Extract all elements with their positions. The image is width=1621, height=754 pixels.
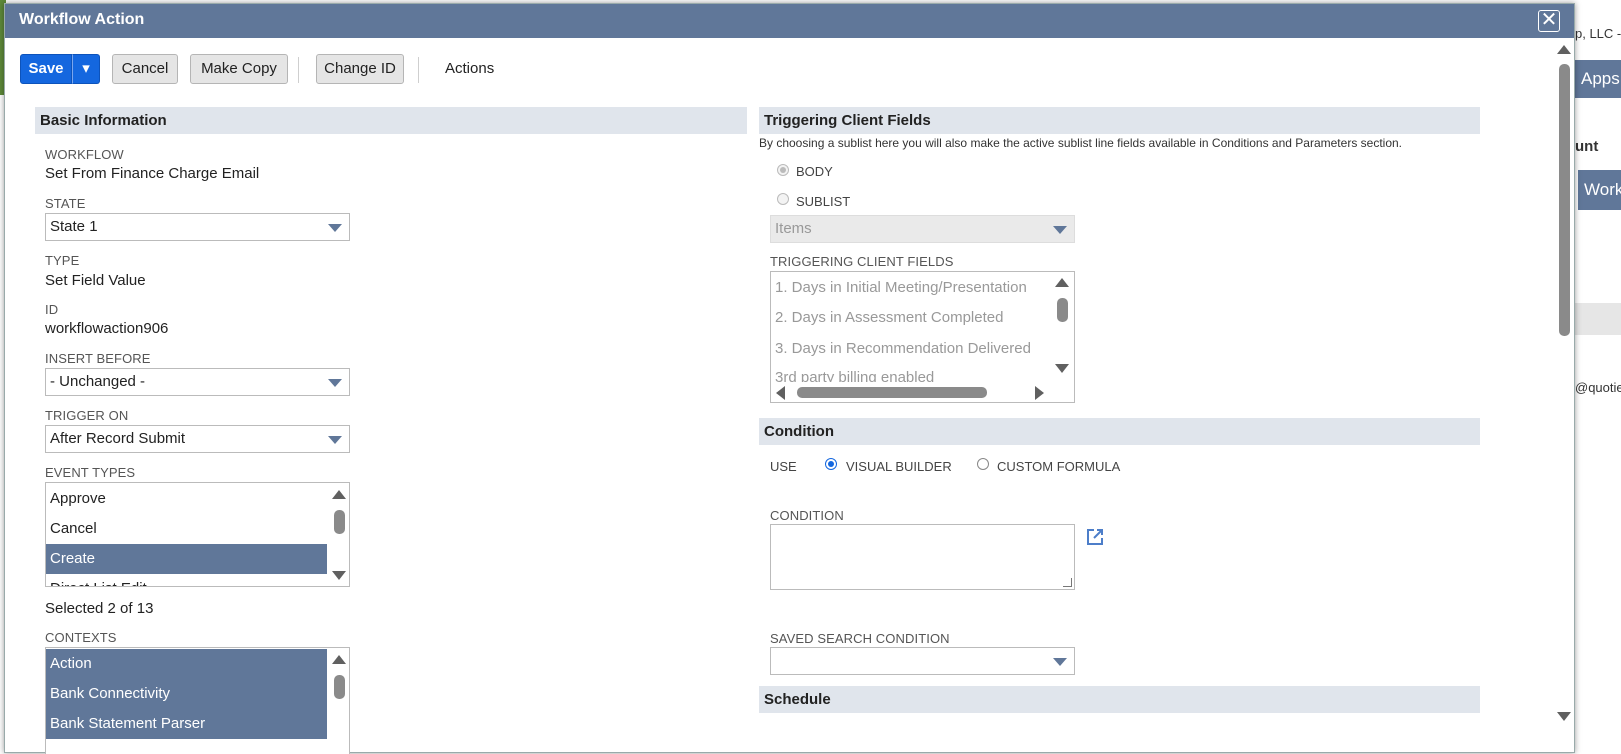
event-types-label: EVENT TYPES — [45, 465, 136, 480]
triggering-client-fields-header[interactable]: Triggering Client Fields — [759, 107, 1480, 134]
toolbar-divider — [418, 57, 419, 83]
id-label: ID — [45, 302, 59, 317]
trigger-on-label: TRIGGER ON — [45, 408, 129, 423]
contexts-listbox[interactable]: Action Bank Connectivity Bank Statement … — [45, 647, 350, 754]
type-label: TYPE — [45, 253, 80, 268]
cancel-button[interactable]: Cancel — [112, 54, 178, 84]
open-external-icon[interactable] — [1086, 528, 1104, 546]
workflow-label: WORKFLOW — [45, 147, 124, 162]
insert-before-select[interactable]: - Unchanged - — [45, 368, 350, 396]
scroll-up-icon[interactable] — [1055, 278, 1069, 287]
condition-header[interactable]: Condition — [759, 418, 1480, 445]
scroll-up-icon[interactable] — [332, 655, 346, 664]
use-label: USE — [770, 459, 797, 474]
condition-textarea[interactable] — [770, 524, 1075, 590]
background-apps-tab[interactable]: Apps — [1575, 60, 1621, 98]
saved-search-select[interactable] — [770, 647, 1075, 675]
sublist-select-value: Items — [775, 220, 812, 237]
state-label: STATE — [45, 196, 86, 211]
actions-menu[interactable]: Actions — [445, 54, 494, 84]
type-value: Set Field Value — [45, 272, 146, 289]
body-radio-label: BODY — [796, 164, 833, 179]
change-id-button[interactable]: Change ID — [316, 54, 404, 84]
background-table-header — [1575, 303, 1621, 335]
contexts-label: CONTEXTS — [45, 630, 117, 645]
visual-builder-label: VISUAL BUILDER — [846, 459, 952, 474]
triggering-fields-label: TRIGGERING CLIENT FIELDS — [770, 254, 954, 269]
resize-grip-icon[interactable] — [1063, 578, 1072, 587]
visual-builder-radio[interactable] — [825, 458, 837, 470]
scroll-up-icon[interactable] — [332, 490, 346, 499]
list-item[interactable]: Approve — [46, 484, 327, 514]
dialog-title: Workflow Action — [19, 11, 145, 28]
custom-formula-label: CUSTOM FORMULA — [997, 459, 1121, 474]
toolbar-divider — [298, 57, 299, 83]
scroll-thumb[interactable] — [1559, 64, 1570, 336]
scroll-down-icon[interactable] — [1557, 712, 1571, 721]
list-item[interactable]: Action — [46, 649, 327, 679]
trigger-on-value: After Record Submit — [50, 430, 186, 447]
event-types-count: Selected 2 of 13 — [45, 600, 154, 617]
list-item[interactable]: Bank Statement Parser — [46, 709, 327, 739]
basic-information-header[interactable]: Basic Information — [35, 107, 747, 134]
background-account-text: unt — [1575, 138, 1599, 155]
sublist-radio-label: SUBLIST — [796, 194, 851, 209]
scroll-thumb[interactable] — [334, 510, 345, 534]
list-item[interactable]: 2. Days in Assessment Completed — [771, 303, 1003, 333]
scroll-left-icon[interactable] — [776, 386, 785, 400]
insert-before-value: - Unchanged - — [50, 373, 146, 390]
chevron-down-icon — [1053, 226, 1067, 234]
custom-formula-radio[interactable] — [977, 458, 989, 470]
scroll-down-icon[interactable] — [332, 571, 346, 580]
triggering-description: By choosing a sublist here you will also… — [759, 136, 1403, 150]
chevron-down-icon: ▾ — [82, 60, 90, 77]
state-select-value: State 1 — [50, 218, 98, 235]
background-company-text: p, LLC - — [1575, 26, 1621, 41]
workflow-value[interactable]: Set From Finance Charge Email — [45, 165, 259, 182]
id-value: workflowaction906 — [45, 320, 169, 337]
list-item[interactable]: 3. Days in Recommendation Delivered — [771, 334, 1031, 364]
make-copy-button[interactable]: Make Copy — [190, 54, 288, 84]
dialog-scrollbar[interactable] — [1556, 42, 1572, 752]
chevron-down-icon — [328, 436, 342, 444]
triggering-fields-vscroll[interactable] — [1051, 272, 1073, 382]
body-radio[interactable] — [777, 164, 789, 176]
chevron-down-icon — [328, 224, 342, 232]
save-button[interactable]: Save — [20, 54, 72, 84]
background-work-button[interactable]: Work — [1578, 170, 1621, 210]
save-dropdown-button[interactable]: ▾ — [72, 54, 100, 84]
list-item[interactable]: Cancel — [46, 514, 327, 544]
trigger-on-select[interactable]: After Record Submit — [45, 425, 350, 453]
saved-search-label: SAVED SEARCH CONDITION — [770, 631, 950, 646]
chevron-down-icon — [328, 379, 342, 387]
list-item[interactable]: Create — [46, 544, 327, 574]
contexts-scrollbar[interactable] — [328, 648, 349, 754]
close-icon[interactable]: ✕ — [1538, 10, 1560, 32]
insert-before-label: INSERT BEFORE — [45, 351, 151, 366]
list-item[interactable]: 3rd party billing enabled — [771, 363, 934, 382]
dialog-titlebar[interactable]: Workflow Action ✕ — [5, 4, 1574, 38]
scroll-thumb[interactable] — [797, 387, 987, 398]
background-email-text: @quotie — [1575, 380, 1621, 395]
sublist-radio[interactable] — [777, 193, 789, 205]
workflow-action-dialog: Workflow Action ✕ Save ▾ Cancel Make Cop… — [4, 3, 1575, 754]
scroll-down-icon[interactable] — [1055, 364, 1069, 373]
list-item[interactable]: Bank Connectivity — [46, 679, 327, 709]
event-types-scrollbar[interactable] — [328, 483, 349, 586]
schedule-header[interactable]: Schedule — [759, 686, 1480, 713]
list-item[interactable]: 1. Days in Initial Meeting/Presentation — [771, 273, 1027, 303]
scroll-right-icon[interactable] — [1035, 386, 1044, 400]
condition-label: CONDITION — [770, 508, 844, 523]
triggering-fields-hscroll[interactable] — [771, 382, 1074, 402]
triggering-fields-listbox[interactable]: 1. Days in Initial Meeting/Presentation … — [770, 271, 1075, 403]
chevron-down-icon — [1053, 658, 1067, 666]
scroll-thumb[interactable] — [334, 675, 345, 699]
state-select[interactable]: State 1 — [45, 213, 350, 241]
sublist-select[interactable]: Items — [770, 215, 1075, 243]
scroll-up-icon[interactable] — [1557, 45, 1571, 54]
list-item[interactable]: Direct List Edit — [46, 574, 327, 586]
event-types-listbox[interactable]: Approve Cancel Create Direct List Edit — [45, 482, 350, 587]
scroll-thumb[interactable] — [1057, 298, 1068, 322]
